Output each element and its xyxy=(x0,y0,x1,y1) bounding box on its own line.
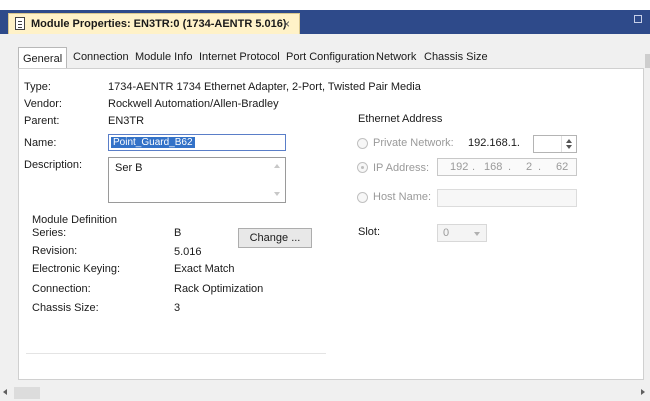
horizontal-scroll-thumb[interactable] xyxy=(14,387,40,399)
type-value: 1734-AENTR 1734 Ethernet Adapter, 2-Port… xyxy=(108,81,421,93)
vertical-scroll-thumb[interactable] xyxy=(645,54,650,68)
ip-octet-2: 168 xyxy=(484,161,503,173)
slot-label: Slot: xyxy=(358,226,381,238)
connection-label: Connection: xyxy=(32,283,91,295)
name-label: Name: xyxy=(24,137,57,149)
connection-value: Rack Optimization xyxy=(174,283,264,295)
name-input-value: Point_Guard_B62 xyxy=(111,137,195,148)
description-value: Ser B xyxy=(115,162,143,174)
spin-down-icon[interactable] xyxy=(566,145,572,149)
document-tab[interactable]: Module Properties: EN3TR:0 (1734-AENTR 5… xyxy=(8,13,300,34)
window-title: Module Properties: EN3TR:0 (1734-AENTR 5… xyxy=(31,18,287,30)
ip-dot-2: . xyxy=(508,161,512,173)
host-name-input[interactable] xyxy=(437,189,577,207)
slot-select[interactable]: 0 xyxy=(437,224,487,242)
ip-address-radio[interactable] xyxy=(357,162,368,173)
tab-connection[interactable]: Connection xyxy=(69,48,133,68)
ip-dot-3: . xyxy=(538,161,542,173)
ip-address-label: IP Address: xyxy=(373,162,430,174)
ip-octet-3: 2 xyxy=(526,161,533,173)
host-name-radio[interactable] xyxy=(357,192,368,203)
vendor-value: Rockwell Automation/Allen-Bradley xyxy=(108,98,279,110)
vendor-label: Vendor: xyxy=(24,98,62,110)
electronic-keying-value: Exact Match xyxy=(174,263,235,275)
tab-internet-protocol[interactable]: Internet Protocol xyxy=(195,48,284,68)
background-page xyxy=(0,0,650,10)
scroll-down-arrow-icon[interactable] xyxy=(274,192,280,196)
series-label: Series: xyxy=(32,227,67,239)
slot-value: 0 xyxy=(443,227,450,239)
module-definition-heading: Module Definition xyxy=(32,214,117,226)
spin-up-icon[interactable] xyxy=(566,139,572,143)
chevron-down-icon xyxy=(474,232,480,236)
chassis-size-value: 3 xyxy=(174,302,181,314)
tab-general[interactable]: General xyxy=(18,47,68,69)
ip-dot-1: . xyxy=(472,161,476,173)
scroll-right-arrow-icon[interactable] xyxy=(641,389,645,395)
pin-icon[interactable] xyxy=(634,15,642,23)
private-network-prefix: 192.168.1. xyxy=(468,137,520,149)
ip-octet-4: 62 xyxy=(556,161,569,173)
divider xyxy=(26,353,326,354)
revision-label: Revision: xyxy=(32,245,78,257)
private-network-spinner[interactable] xyxy=(533,135,577,153)
description-textarea[interactable]: Ser B xyxy=(108,157,286,203)
host-name-label: Host Name: xyxy=(373,191,432,203)
document-icon xyxy=(15,17,25,30)
tab-chassis-size[interactable]: Chassis Size xyxy=(420,48,492,68)
parent-label: Parent: xyxy=(24,115,60,127)
private-network-label: Private Network: xyxy=(373,137,454,149)
ip-octet-1: 192 xyxy=(450,161,469,173)
description-label: Description: xyxy=(24,159,83,171)
horizontal-scrollbar[interactable] xyxy=(0,384,650,401)
type-label: Type: xyxy=(24,81,51,93)
chassis-size-label: Chassis Size: xyxy=(32,302,99,314)
vertical-scrollbar[interactable] xyxy=(644,48,650,384)
tab-network[interactable]: Network xyxy=(372,48,420,68)
electronic-keying-label: Electronic Keying: xyxy=(32,263,121,275)
scroll-up-arrow-icon[interactable] xyxy=(274,164,280,168)
ethernet-address-heading: Ethernet Address xyxy=(358,113,443,125)
spinner-separator xyxy=(561,136,562,152)
description-scrollbar[interactable] xyxy=(270,159,284,201)
tab-port-configuration[interactable]: Port Configuration xyxy=(282,48,379,68)
revision-value: 5.016 xyxy=(174,246,202,258)
close-icon[interactable]: × xyxy=(283,17,290,31)
private-network-radio[interactable] xyxy=(357,138,368,149)
change-button[interactable]: Change ... xyxy=(238,228,312,248)
tab-module-info[interactable]: Module Info xyxy=(131,48,196,68)
parent-value: EN3TR xyxy=(108,115,145,127)
ip-address-input[interactable]: 192 . 168 . 2 . 62 xyxy=(437,158,577,176)
name-input[interactable]: Point_Guard_B62 xyxy=(108,134,286,151)
series-value: B xyxy=(174,227,182,239)
scroll-left-arrow-icon[interactable] xyxy=(3,389,7,395)
